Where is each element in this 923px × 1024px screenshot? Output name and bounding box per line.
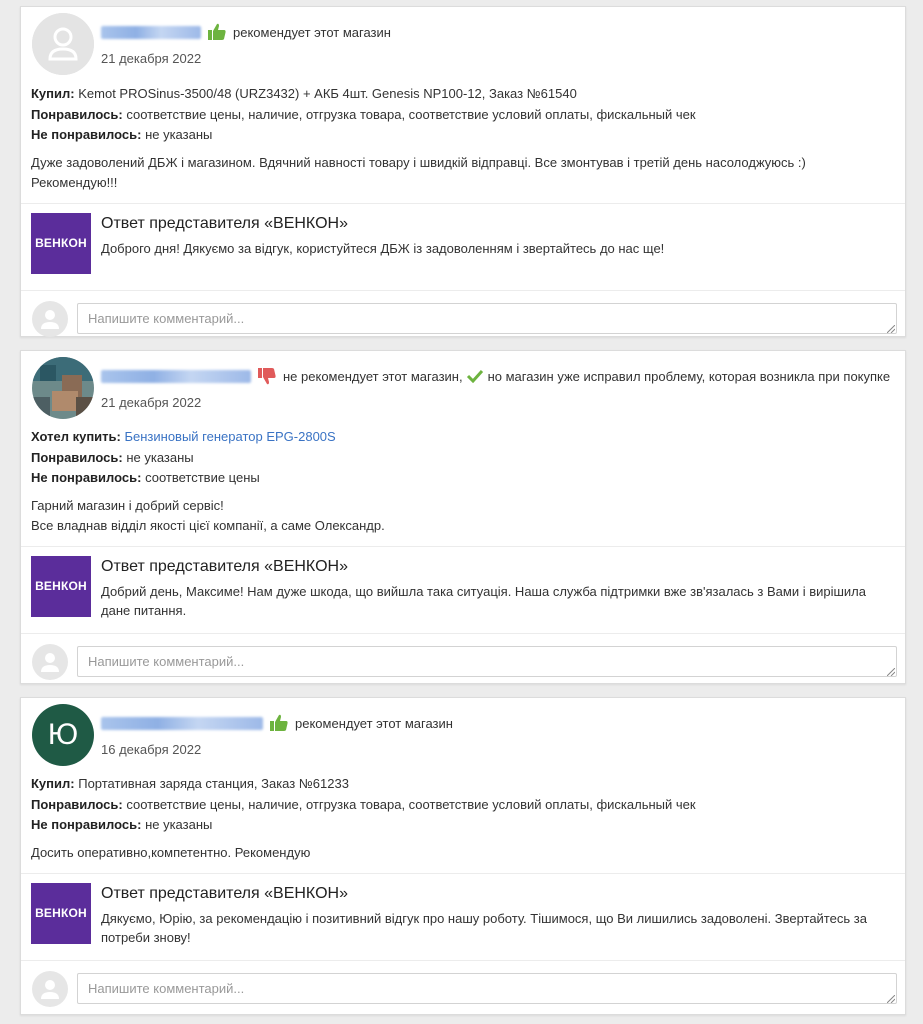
thumbs-down-icon bbox=[258, 368, 276, 385]
user-placeholder-icon bbox=[41, 979, 59, 999]
thumbs-up-icon bbox=[208, 23, 226, 40]
store-reply: ВЕНКОН Ответ представителя «ВЕНКОН» Добр… bbox=[21, 545, 905, 634]
review-text: Дуже задоволений ДБЖ і магазином. Вдячни… bbox=[31, 154, 806, 190]
store-logo: ВЕНКОН bbox=[31, 882, 91, 944]
verdict-text: рекомендует этот магазин bbox=[233, 24, 391, 40]
review-text: Гарний магазин і добрий сервіс! Все влад… bbox=[31, 497, 385, 533]
review-header: Ю рекомендует этот магазин 16 декабря 20… bbox=[21, 698, 905, 774]
comment-input[interactable]: Напишите комментарий... bbox=[77, 972, 897, 1004]
store-reply: ВЕНКОН Ответ представителя «ВЕНКОН» Дяку… bbox=[21, 872, 905, 961]
thumbs-up-icon bbox=[270, 714, 288, 731]
review-header: рекомендует этот магазин 21 декабря 2022 bbox=[21, 7, 905, 83]
review-header: не рекомендует этот магазин, но магазин … bbox=[21, 351, 905, 427]
store-logo: ВЕНКОН bbox=[31, 555, 91, 617]
reply-text: Доброго дня! Дякуємо за відгук, користуй… bbox=[101, 240, 665, 256]
store-reply: ВЕНКОН Ответ представителя «ВЕНКОН» Добр… bbox=[21, 202, 905, 291]
comment-box: Напишите комментарий... bbox=[21, 961, 905, 1017]
review-card: рекомендует этот магазин 21 декабря 2022… bbox=[20, 6, 906, 337]
purchase-line: Купил: Портативная заряда станция, Заказ… bbox=[31, 776, 349, 791]
avatar: Ю bbox=[32, 704, 94, 766]
review-card: не рекомендует этот магазин, но магазин … bbox=[20, 350, 906, 684]
liked-line: Понравилось: не указаны bbox=[31, 449, 194, 465]
author-name[interactable] bbox=[101, 369, 251, 383]
product-link[interactable]: Бензиновый генератор EPG-2800S bbox=[124, 429, 335, 444]
disliked-line: Не понравилось: не указаны bbox=[31, 817, 213, 832]
comment-avatar bbox=[32, 300, 68, 337]
review-date: 21 декабря 2022 bbox=[101, 395, 202, 410]
avatar-letter: Ю bbox=[47, 718, 79, 751]
comment-avatar bbox=[32, 970, 68, 1007]
checkmark-icon bbox=[466, 369, 483, 383]
review-date: 16 декабря 2022 bbox=[101, 742, 202, 757]
reply-title: Ответ представителя «ВЕНКОН» bbox=[101, 557, 348, 575]
disliked-line: Не понравилось: соответствие цены bbox=[31, 470, 260, 485]
purchase-line: Хотел купить: Бензиновый генератор EPG-2… bbox=[31, 429, 336, 444]
reply-title: Ответ представителя «ВЕНКОН» bbox=[101, 884, 348, 902]
user-placeholder-icon bbox=[41, 652, 59, 672]
liked-line: Понравилось: соответствие цены, наличие,… bbox=[31, 796, 696, 812]
store-logo: ВЕНКОН bbox=[31, 212, 91, 274]
resize-grip-icon[interactable] bbox=[887, 994, 895, 1003]
comment-box: Напишите комментарий... bbox=[21, 291, 905, 347]
resize-grip-icon[interactable] bbox=[887, 324, 895, 333]
verdict-text: не рекомендует этот магазин, bbox=[283, 368, 463, 384]
user-placeholder-icon bbox=[41, 309, 59, 329]
comment-avatar bbox=[32, 643, 68, 680]
verdict-resolved-text: но магазин уже исправил проблему, котора… bbox=[487, 368, 891, 384]
comment-input[interactable]: Напишите комментарий... bbox=[77, 645, 897, 677]
liked-line: Понравилось: соответствие цены, наличие,… bbox=[31, 106, 696, 122]
resize-grip-icon[interactable] bbox=[887, 667, 895, 676]
disliked-line: Не понравилось: не указаны bbox=[31, 127, 213, 142]
user-placeholder-icon bbox=[32, 13, 94, 75]
review-date: 21 декабря 2022 bbox=[101, 51, 202, 66]
author-name[interactable] bbox=[101, 716, 263, 730]
review-card: Ю рекомендует этот магазин 16 декабря 20… bbox=[20, 697, 906, 1015]
reply-text: Дякуємо, Юрію, за рекомендацію і позитив… bbox=[101, 910, 867, 945]
avatar bbox=[32, 13, 94, 75]
review-text: Досить оперативно,компетентно. Рекоменду… bbox=[31, 844, 311, 860]
verdict-text: рекомендует этот магазин bbox=[295, 715, 453, 731]
comment-box: Напишите комментарий... bbox=[21, 634, 905, 690]
comment-input[interactable]: Напишите комментарий... bbox=[77, 302, 897, 334]
avatar bbox=[32, 357, 94, 419]
reply-text: Добрий день, Максиме! Нам дуже шкода, що… bbox=[101, 583, 866, 618]
author-name[interactable] bbox=[101, 25, 201, 39]
user-photo-icon bbox=[32, 357, 94, 419]
purchase-line: Купил: Kemot PROSinus-3500/48 (URZ3432) … bbox=[31, 86, 577, 101]
reply-title: Ответ представителя «ВЕНКОН» bbox=[101, 214, 348, 232]
